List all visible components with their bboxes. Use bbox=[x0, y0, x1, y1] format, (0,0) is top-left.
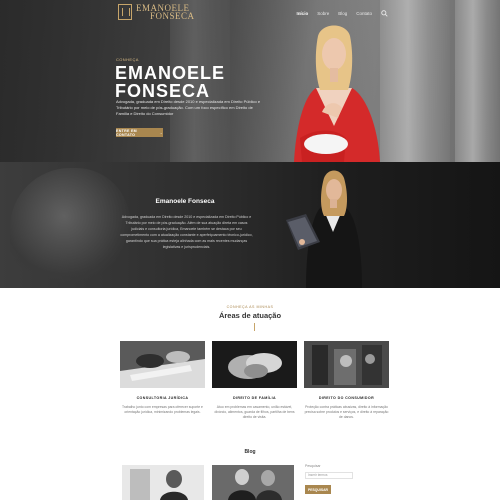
hero-description: Advogada, graduada em Direito desde 2010… bbox=[116, 99, 261, 116]
hero-name: EMANOELE FONSECA bbox=[115, 63, 226, 101]
hero-section: EMANOELE FONSECA Início Sobre Blog Conta… bbox=[0, 0, 500, 162]
lawyer-portrait-red bbox=[294, 25, 380, 162]
contact-button[interactable]: ENTRE EM CONTATO → bbox=[116, 128, 163, 137]
card-title: CONSULTORIA JURÍDICA bbox=[136, 396, 189, 400]
sidebar-search-label: Pesquisar bbox=[305, 464, 321, 468]
statue-bust-image bbox=[10, 168, 130, 288]
card-image-familia bbox=[212, 341, 297, 388]
about-title: Emanoele Fonseca bbox=[155, 198, 215, 205]
card-image-consultoria bbox=[120, 341, 205, 388]
about-section: Emanoele Fonseca Advogada, graduada em D… bbox=[0, 162, 500, 288]
logo-text: EMANOELE FONSECA bbox=[136, 3, 195, 21]
areas-eyebrow: CONHEÇA AS MINHAS bbox=[226, 305, 274, 309]
logo-mark-icon bbox=[118, 4, 132, 20]
lawyer-portrait-laptop bbox=[286, 170, 362, 288]
card-text: Trabalho junto com empresas para oferece… bbox=[122, 405, 203, 414]
hero-overlay bbox=[0, 0, 500, 162]
blog-post-image[interactable] bbox=[212, 465, 294, 500]
about-text: Advogada, graduada em Direito desde 2010… bbox=[120, 215, 253, 249]
card-title: DIREITO DE FAMÍLIA bbox=[232, 396, 277, 400]
page: EMANOELE FONSECA Início Sobre Blog Conta… bbox=[0, 0, 500, 500]
card-text: Proteção contra práticas abusivas, direi… bbox=[304, 405, 389, 419]
search-icon[interactable] bbox=[381, 10, 388, 17]
areas-divider bbox=[254, 323, 255, 331]
card-text: Atuo em problemas em casamento, união es… bbox=[214, 405, 295, 419]
sidebar-search-input[interactable]: Inserir termos bbox=[305, 472, 353, 479]
site-logo[interactable]: EMANOELE FONSECA bbox=[118, 3, 195, 21]
blog-post-image[interactable] bbox=[122, 465, 204, 500]
blog-title: Blog bbox=[244, 449, 256, 455]
hero-eyebrow: CONHEÇA bbox=[116, 57, 139, 62]
areas-title: Áreas de atuação bbox=[218, 311, 282, 320]
sidebar-search-button[interactable]: PESQUISAR bbox=[305, 485, 331, 494]
card-title: DIREITO DO CONSUMIDOR bbox=[318, 396, 375, 400]
arrow-right-icon: → bbox=[159, 130, 163, 135]
contact-button-label: ENTRE EM CONTATO bbox=[116, 128, 137, 137]
card-image-consumidor bbox=[304, 341, 389, 388]
